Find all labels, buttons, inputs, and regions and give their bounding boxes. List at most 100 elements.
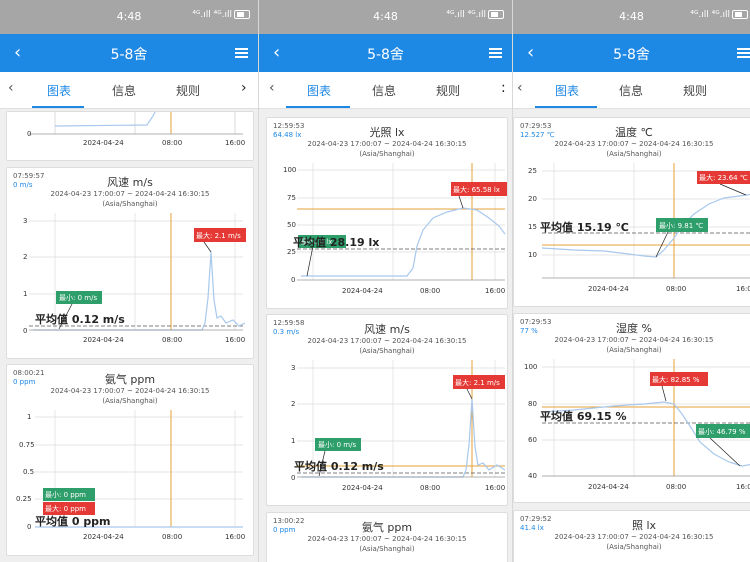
- tab-rules[interactable]: 规则: [436, 82, 460, 99]
- app-bar: ‹ 5-8舍: [259, 34, 512, 72]
- chart-card[interactable]: 07:29:53 12.527 ℃ 温度 ℃ 2024-04-23 17:00:…: [513, 117, 750, 307]
- x-tick: 16:00: [485, 484, 505, 492]
- tab-info[interactable]: 信息: [619, 82, 643, 99]
- x-tick: 08:00: [666, 483, 686, 491]
- tab-scroll-left-icon[interactable]: ‹: [269, 80, 275, 96]
- x-tick: 16:00: [485, 287, 505, 295]
- app-bar: ‹ 5-8舍: [0, 34, 258, 72]
- tab-scroll-left-icon[interactable]: ‹: [517, 80, 523, 96]
- y-tick: 3: [291, 364, 295, 372]
- max-label: 最大: 0 ppm: [45, 504, 86, 513]
- tab-bar: ‹ 图表 信息 规则 ›: [0, 72, 258, 109]
- x-tick: 16:00: [736, 285, 750, 293]
- y-tick: 100: [524, 363, 537, 371]
- signal-icon: ⁴ᴳ.ıll ⁴ᴳ.ıll: [446, 10, 504, 20]
- tab-more-icon[interactable]: :: [501, 80, 506, 96]
- page-title: 5-8舍: [110, 47, 148, 63]
- tab-bar: ‹ 图表 信息 规则 :: [259, 72, 512, 109]
- x-tick: 08:00: [666, 285, 686, 293]
- y-tick: 25: [287, 248, 296, 256]
- tab-scroll-right-icon[interactable]: ›: [241, 80, 247, 96]
- y-tick: 50: [287, 221, 296, 229]
- chart-svg: 100 75 50 25 0 2024-04-24 08:00 16:00 最大…: [283, 163, 507, 295]
- tab-active-indicator: [32, 106, 84, 108]
- card-timezone: (Asia/Shanghai): [606, 543, 662, 551]
- chart-svg: 1 0.75 0.5 0.25 0 2024-04-24 08:00 16:00…: [16, 410, 245, 541]
- chart-card[interactable]: 08:00:21 0 ppm 氨气 ppm 2024-04-23 17:00:0…: [6, 364, 254, 556]
- page-title: 5-8舍: [613, 47, 650, 63]
- y-tick: 75: [287, 194, 296, 202]
- x-tick: 2024-04-24: [83, 139, 124, 147]
- tab-charts[interactable]: 图表: [307, 82, 331, 99]
- y-tick: 0: [27, 130, 31, 138]
- x-tick: 16:00: [225, 139, 245, 147]
- card-range: 2024-04-23 17:00:07 ~ 2024-04-24 16:30:1…: [554, 533, 714, 541]
- card-timezone: (Asia/Shanghai): [359, 545, 415, 553]
- average-label: 平均值 69.15 %: [540, 409, 626, 423]
- screen-2: 4:48 ⁴ᴳ.ıll ⁴ᴳ.ıll ‹ 5-8舍 ‹ 图表 信息 规则 : 1…: [259, 0, 513, 562]
- signal-icon: ⁴ᴳ.ıll ⁴ᴳ.ıll: [192, 10, 250, 20]
- y-tick: 25: [528, 167, 537, 175]
- tab-charts[interactable]: 图表: [555, 82, 579, 99]
- x-tick: 2024-04-24: [83, 533, 124, 541]
- y-tick: 10: [528, 251, 537, 259]
- app-bar: ‹ 5-8舍: [513, 34, 750, 72]
- x-tick: 2024-04-24: [342, 287, 383, 295]
- signal-text: ⁴ᴳ.ıll ⁴ᴳ.ıll: [690, 10, 730, 20]
- chart-card[interactable]: 0 2024-04-24 08:00 16:00: [6, 111, 254, 161]
- max-label: 最大: 2.1 m/s: [455, 378, 500, 387]
- chart-card[interactable]: 12:59:53 64.48 lx 光照 lx 2024-04-23 17:00…: [266, 117, 508, 309]
- menu-icon[interactable]: [235, 48, 248, 58]
- y-tick: 15: [528, 223, 537, 231]
- y-tick: 0.25: [16, 495, 32, 503]
- max-label: 最大: 82.85 %: [652, 375, 700, 384]
- status-bar: 4:48 ⁴ᴳ.ıll ⁴ᴳ.ıll: [0, 0, 258, 34]
- card-title: 照 lx: [631, 519, 657, 532]
- menu-icon[interactable]: [737, 48, 750, 58]
- tab-scroll-left-icon[interactable]: ‹: [8, 80, 14, 96]
- chart-card[interactable]: 07:29:52 41.4 lx 照 lx 2024-04-23 17:00:0…: [513, 510, 750, 562]
- max-label: 最大: 23.64 ℃: [699, 173, 748, 182]
- tab-bar: ‹ 图表 信息 规则: [513, 72, 750, 109]
- tab-rules[interactable]: 规则: [683, 82, 707, 99]
- tab-info[interactable]: 信息: [372, 82, 396, 99]
- y-tick: 40: [528, 472, 537, 480]
- average-label: 平均值 0.12 m/s: [294, 459, 384, 473]
- screen-1: 4:48 ⁴ᴳ.ıll ⁴ᴳ.ıll ‹ 5-8舍 ‹ 图表 信息 规则 › 0…: [0, 0, 259, 562]
- min-label: 最小: 0 ppm: [45, 490, 86, 499]
- y-tick: 0: [27, 523, 31, 531]
- chart-card[interactable]: 13:00:22 0 ppm 氨气 ppm 2024-04-23 17:00:0…: [266, 512, 508, 562]
- screens-row: 4:48 ⁴ᴳ.ıll ⁴ᴳ.ıll ‹ 5-8舍 ‹ 图表 信息 规则 › 0…: [0, 0, 750, 562]
- battery-icon: [234, 10, 250, 19]
- y-tick: 2: [23, 253, 27, 261]
- tab-info[interactable]: 信息: [112, 82, 136, 99]
- y-tick: 0.5: [23, 468, 34, 476]
- chart-svg: 3 2 1 0 2024-04-24 08:00 16:00 最小: 0 m/s…: [23, 213, 246, 344]
- page-title: 5-8舍: [367, 47, 404, 63]
- status-bar: 4:48 ⁴ᴳ.ıll ⁴ᴳ.ıll: [513, 0, 750, 34]
- chart-svg: 3 2 1 0 2024-04-24 08:00 16:00 最大: 2.1 m…: [291, 360, 506, 492]
- y-tick: 0: [291, 276, 295, 284]
- max-label: 最大: 2.1 m/s: [196, 231, 241, 240]
- x-tick: 08:00: [162, 533, 182, 541]
- chart-svg: 0 2024-04-24 08:00 16:00: [27, 112, 245, 147]
- average-label: 平均值 0 ppm: [35, 514, 111, 528]
- y-tick: 0: [291, 474, 295, 482]
- y-tick: 100: [283, 166, 296, 174]
- chart-svg: 25 20 15 10 2024-04-24 08:00 16:00 最大: 2…: [528, 163, 750, 293]
- y-tick: 80: [528, 400, 537, 408]
- tab-charts[interactable]: 图表: [47, 82, 71, 99]
- tab-rules[interactable]: 规则: [176, 82, 200, 99]
- y-tick: 60: [528, 436, 537, 444]
- min-label: 最小: 0 m/s: [318, 440, 356, 449]
- max-label: 最大: 65.58 lx: [453, 185, 500, 194]
- y-tick: 0.75: [19, 441, 35, 449]
- x-tick: 2024-04-24: [588, 483, 629, 491]
- tab-active-indicator: [535, 106, 597, 108]
- y-tick: 1: [23, 290, 27, 298]
- chart-card[interactable]: 07:59:57 0 m/s 风速 m/s 2024-04-23 17:00:0…: [6, 167, 254, 359]
- menu-icon[interactable]: [489, 48, 502, 58]
- chart-card[interactable]: 12:59:58 0.3 m/s 风速 m/s 2024-04-23 17:00…: [266, 314, 508, 506]
- chart-card[interactable]: 07:29:53 77 % 湿度 % 2024-04-23 17:00:07 ~…: [513, 313, 750, 503]
- min-label: 最小: 9.81 ℃: [659, 221, 703, 230]
